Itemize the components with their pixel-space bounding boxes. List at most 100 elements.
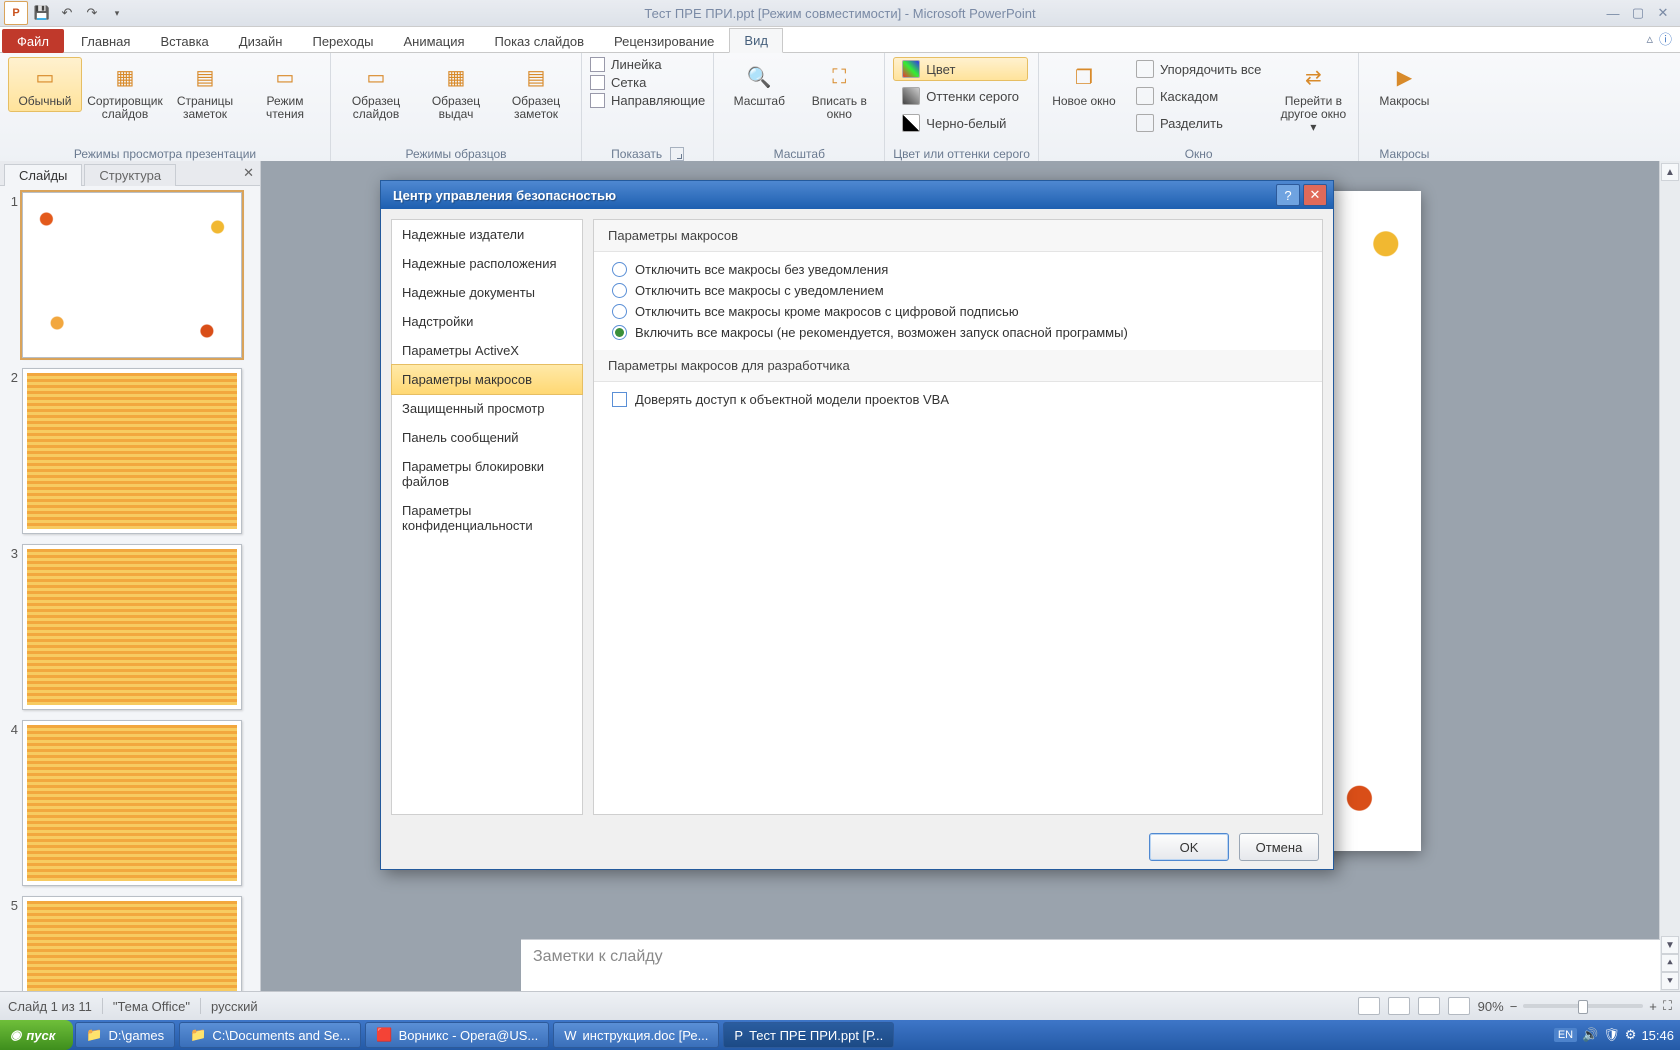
tab-transitions[interactable]: Переходы (297, 29, 388, 53)
redo-icon[interactable]: ↷ (81, 2, 103, 24)
zoom-button[interactable]: 🔍Масштаб (722, 57, 796, 112)
status-language[interactable]: русский (211, 999, 258, 1014)
switch-window-button[interactable]: ⇄Перейти в другое окно ▾ (1276, 57, 1350, 138)
taskbar-item[interactable]: 📁D:\games (75, 1022, 175, 1048)
macro-option-disable-except-signed[interactable]: Отключить все макросы кроме макросов с ц… (612, 304, 1304, 319)
reading-view-button[interactable]: ▭Режим чтения (248, 57, 322, 125)
qat-dropdown-icon[interactable]: ▾ (106, 2, 128, 24)
tab-review[interactable]: Рецензирование (599, 29, 729, 53)
ribbon-collapse-icon[interactable]: ▵ (1646, 31, 1653, 47)
help-icon[interactable]: ⓘ (1659, 29, 1672, 48)
category-item-selected[interactable]: Параметры макросов (391, 364, 583, 395)
notes-master-button[interactable]: ▤Образец заметок (499, 57, 573, 125)
scroll-down-icon[interactable]: ▼ (1661, 936, 1679, 954)
category-item[interactable]: Надстройки (392, 307, 582, 336)
normal-view-button[interactable]: ▭Обычный (8, 57, 82, 112)
next-slide-icon[interactable]: ⯆ (1661, 972, 1679, 990)
language-indicator[interactable]: EN (1554, 1028, 1577, 1042)
cascade-button[interactable]: Каскадом (1127, 84, 1270, 108)
category-item[interactable]: Надежные расположения (392, 249, 582, 278)
thumb-number: 1 (4, 192, 18, 209)
prev-slide-icon[interactable]: ⯅ (1661, 954, 1679, 972)
start-button[interactable]: ◉пуск (0, 1020, 73, 1050)
minimize-icon[interactable]: — (1602, 4, 1624, 22)
category-item[interactable]: Параметры ActiveX (392, 336, 582, 365)
tray-icon[interactable]: 🔊 (1582, 1027, 1598, 1043)
notes-pane[interactable]: Заметки к слайду (521, 939, 1660, 992)
ribbon-tabstrip: Файл Главная Вставка Дизайн Переходы Ани… (0, 27, 1680, 53)
macro-option-disable-no-notify[interactable]: Отключить все макросы без уведомления (612, 262, 1304, 277)
powerpoint-icon: P (734, 1028, 743, 1043)
grid-checkbox[interactable]: Сетка (590, 75, 705, 90)
color-button[interactable]: Цвет (893, 57, 1028, 81)
slide-thumbnail[interactable] (22, 544, 242, 710)
taskbar-item[interactable]: Wинструкция.doc [Ре... (553, 1022, 719, 1048)
category-item[interactable]: Параметры конфиденциальности (392, 496, 582, 540)
tab-file[interactable]: Файл (2, 29, 64, 53)
app-icon[interactable]: P (4, 1, 28, 25)
split-button[interactable]: Разделить (1127, 111, 1270, 135)
dialog-close-icon[interactable]: ✕ (1303, 184, 1327, 206)
save-icon[interactable]: 💾 (31, 2, 53, 24)
category-item[interactable]: Панель сообщений (392, 423, 582, 452)
category-item[interactable]: Защищенный просмотр (392, 394, 582, 423)
tab-home[interactable]: Главная (66, 29, 145, 53)
reading-view-status-button[interactable] (1418, 997, 1440, 1015)
blackwhite-button[interactable]: Черно-белый (893, 111, 1028, 135)
tab-view[interactable]: Вид (729, 28, 783, 53)
zoom-slider[interactable] (1523, 1004, 1643, 1008)
handout-master-button[interactable]: ▦Образец выдач (419, 57, 493, 125)
slide-master-button[interactable]: ▭Образец слайдов (339, 57, 413, 125)
tab-design[interactable]: Дизайн (224, 29, 298, 53)
clock[interactable]: 15:46 (1641, 1028, 1674, 1043)
tray-icon[interactable]: ⚙ (1625, 1027, 1637, 1043)
tab-slides[interactable]: Слайды (4, 164, 82, 186)
ok-button[interactable]: OK (1149, 833, 1229, 861)
category-item[interactable]: Параметры блокировки файлов (392, 452, 582, 496)
sorter-view-button[interactable]: ▦Сортировщик слайдов (88, 57, 162, 125)
macro-option-disable-notify[interactable]: Отключить все макросы с уведомлением (612, 283, 1304, 298)
macros-button[interactable]: ▶Макросы (1367, 57, 1441, 112)
panel-close-icon[interactable]: ✕ (243, 165, 254, 181)
dialog-help-icon[interactable]: ? (1276, 184, 1300, 206)
notes-page-button[interactable]: ▤Страницы заметок (168, 57, 242, 125)
slide-thumbnail[interactable] (22, 896, 242, 992)
grayscale-button[interactable]: Оттенки серого (893, 84, 1028, 108)
slideshow-status-button[interactable] (1448, 997, 1470, 1015)
trust-vba-checkbox[interactable]: Доверять доступ к объектной модели проек… (612, 392, 1304, 407)
editor-scrollbar[interactable]: ▲ ▼ ⯅ ⯆ (1659, 161, 1680, 992)
category-item[interactable]: Надежные документы (392, 278, 582, 307)
tab-outline[interactable]: Структура (84, 164, 176, 186)
thumbnail-list[interactable]: 1 2 3 4 5 (0, 186, 260, 992)
dialog-launcher-icon[interactable] (670, 147, 684, 161)
slide-thumbnail[interactable] (22, 192, 242, 358)
arrange-all-button[interactable]: Упорядочить все (1127, 57, 1270, 81)
slide-thumbnail[interactable] (22, 720, 242, 886)
guides-checkbox[interactable]: Направляющие (590, 93, 705, 108)
tab-slideshow[interactable]: Показ слайдов (480, 29, 600, 53)
taskbar-item[interactable]: 🟥Ворникс - Opera@US... (365, 1022, 549, 1048)
zoom-in-icon[interactable]: + (1649, 999, 1657, 1014)
tray-icon[interactable]: 🛡 (1603, 1027, 1620, 1043)
cancel-button[interactable]: Отмена (1239, 833, 1319, 861)
category-item[interactable]: Надежные издатели (392, 220, 582, 249)
macro-option-enable-all[interactable]: Включить все макросы (не рекомендуется, … (612, 325, 1304, 340)
fit-window-button[interactable]: ⛶Вписать в окно (802, 57, 876, 125)
close-icon[interactable]: ✕ (1652, 4, 1674, 22)
taskbar-item[interactable]: 📁C:\Documents and Se... (179, 1022, 361, 1048)
tab-animations[interactable]: Анимация (388, 29, 479, 53)
undo-icon[interactable]: ↶ (56, 2, 78, 24)
taskbar-item[interactable]: PТест ПРЕ ПРИ.ppt [Р... (723, 1022, 894, 1048)
maximize-icon[interactable]: ▢ (1627, 4, 1649, 22)
scroll-up-icon[interactable]: ▲ (1661, 163, 1679, 181)
fit-slide-icon[interactable]: ⛶ (1663, 998, 1672, 1014)
tab-insert[interactable]: Вставка (145, 29, 223, 53)
sorter-view-status-button[interactable] (1388, 997, 1410, 1015)
new-window-button[interactable]: ❐Новое окно (1047, 57, 1121, 112)
zoom-out-icon[interactable]: − (1510, 999, 1518, 1014)
slide-thumbnail[interactable] (22, 368, 242, 534)
ruler-checkbox[interactable]: Линейка (590, 57, 705, 72)
checkbox-icon (612, 392, 627, 407)
normal-view-status-button[interactable] (1358, 997, 1380, 1015)
zoom-control: 90% − + ⛶ (1478, 998, 1672, 1014)
